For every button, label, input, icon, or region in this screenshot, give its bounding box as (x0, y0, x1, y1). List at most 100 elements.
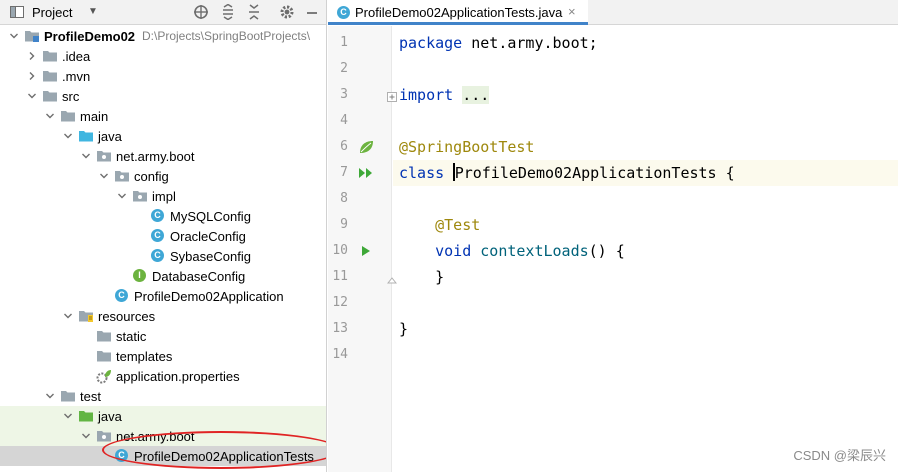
project-panel-header: Project ▼ (0, 0, 326, 25)
folder-icon (42, 88, 58, 104)
run-test-icon[interactable] (358, 243, 374, 262)
chevron-down-icon[interactable] (62, 130, 74, 142)
chevron-right-icon[interactable] (26, 50, 38, 62)
tree-item[interactable]: impl (0, 186, 326, 206)
class-icon: C (151, 229, 164, 242)
tree-item[interactable]: .mvn (0, 66, 326, 86)
code-area[interactable]: package net.army.boot; import ... @SpringB… (393, 26, 898, 472)
folded-imports[interactable]: ... (462, 86, 490, 104)
run-tests-icon[interactable] (358, 165, 374, 184)
spring-bean-icon[interactable] (358, 139, 374, 158)
tree-item[interactable]: src (0, 86, 326, 106)
line-number: 8 (340, 191, 348, 206)
tree-item-label: config (134, 169, 169, 184)
code-line[interactable]: } (399, 316, 408, 342)
code-line[interactable]: void contextLoads() { (399, 238, 625, 264)
tree-item[interactable]: C OracleConfig (0, 226, 326, 246)
code-line[interactable]: } (399, 264, 444, 290)
close-icon[interactable]: × (568, 4, 576, 19)
interface-icon: I (133, 269, 146, 282)
tree-item[interactable]: C ProfileDemo02ApplicationTests (0, 446, 326, 466)
tree-item[interactable]: config (0, 166, 326, 186)
locate-icon[interactable] (193, 4, 209, 20)
gutter-line: 13 (328, 316, 392, 342)
tab-label: ProfileDemo02ApplicationTests.java (355, 5, 563, 20)
editor-tab-bar: C ProfileDemo02ApplicationTests.java × (328, 0, 898, 25)
test-source-folder-icon (78, 408, 94, 424)
code-token: import (399, 86, 454, 104)
tree-item[interactable]: net.army.boot (0, 426, 326, 446)
watermark: CSDN @梁辰兴 (793, 448, 886, 463)
chevron-right-icon[interactable] (26, 70, 38, 82)
tree-item-label: static (116, 329, 147, 344)
project-path: D:\Projects\SpringBootProjects\ (142, 29, 311, 43)
gutter-line: 12 (328, 290, 392, 316)
chevron-down-icon[interactable] (62, 310, 74, 322)
class-icon: C (151, 249, 164, 262)
module-folder-icon (24, 28, 40, 44)
tree-item-label: net.army.boot (116, 429, 195, 444)
test-class-icon: C (337, 6, 350, 19)
tree-item[interactable]: I DatabaseConfig (0, 266, 326, 286)
tree-item[interactable]: test (0, 386, 326, 406)
line-number: 9 (340, 217, 348, 232)
chevron-down-icon[interactable] (80, 430, 92, 442)
tree-item[interactable]: java (0, 126, 326, 146)
tree-item-label: .mvn (62, 69, 91, 84)
package-icon (96, 148, 112, 164)
code-line[interactable]: package net.army.boot; (399, 30, 598, 56)
project-panel-title[interactable]: Project (32, 5, 72, 20)
tree-item[interactable]: templates (0, 346, 326, 366)
project-view-icon (10, 6, 24, 18)
line-number: 10 (332, 243, 348, 258)
line-number: 14 (332, 347, 348, 362)
project-panel: Project ▼ ProfileDemo02 D:\Projects\Sprin… (0, 0, 327, 472)
chevron-down-icon[interactable] (8, 30, 20, 42)
tree-item[interactable]: resources (0, 306, 326, 326)
tree-item-label: OracleConfig (170, 229, 246, 244)
code-line[interactable]: @SpringBootTest (399, 134, 534, 160)
collapse-all-icon[interactable] (246, 4, 262, 20)
chevron-down-icon[interactable] (98, 170, 110, 182)
code-token: net.army.boot; (462, 34, 598, 52)
tree-item[interactable]: C SybaseConfig (0, 246, 326, 266)
gutter-line: 2 (328, 56, 392, 82)
minimize-icon[interactable] (304, 4, 320, 20)
tree-item-label: .idea (62, 49, 91, 64)
line-number: 1 (340, 35, 348, 50)
expand-all-icon[interactable] (220, 4, 236, 20)
chevron-down-icon[interactable] (44, 110, 56, 122)
code-token: } (399, 320, 409, 338)
gear-icon[interactable] (279, 4, 295, 20)
tree-item[interactable]: java (0, 406, 326, 426)
spring-properties-icon (96, 368, 112, 384)
chevron-down-icon[interactable] (26, 90, 38, 102)
code-line[interactable]: import ... (399, 82, 490, 108)
tree-item[interactable]: .idea (0, 46, 326, 66)
tree-item-label: ProfileDemo02Application (134, 289, 284, 304)
tab-profile-demo02-application-tests[interactable]: C ProfileDemo02ApplicationTests.java × (328, 0, 588, 25)
tree-item[interactable]: static (0, 326, 326, 346)
code-line[interactable]: class ProfileDemo02ApplicationTests { (393, 160, 898, 186)
tree-item-label: templates (116, 349, 173, 364)
code-line[interactable]: @Test (399, 212, 480, 238)
chevron-down-icon[interactable] (80, 150, 92, 162)
tree-item[interactable]: ProfileDemo02 D:\Projects\SpringBootProje… (0, 26, 326, 46)
chevron-down-icon[interactable] (62, 410, 74, 422)
line-number: 6 (340, 139, 348, 154)
tree-item[interactable]: C MySQLConfig (0, 206, 326, 226)
code-token: void (435, 242, 472, 260)
chevron-down-icon[interactable]: ▼ (88, 6, 98, 17)
chevron-down-icon[interactable] (116, 190, 128, 202)
chevron-down-icon[interactable] (44, 390, 56, 402)
folder-icon (96, 328, 112, 344)
line-number: 11 (332, 269, 348, 284)
gutter-line: 7 (328, 160, 392, 186)
gutter-line: 9 (328, 212, 392, 238)
tree-item[interactable]: net.army.boot (0, 146, 326, 166)
tree-item[interactable]: application.properties (0, 366, 326, 386)
tree-item[interactable]: main (0, 106, 326, 126)
tree-item[interactable]: C ProfileDemo02Application (0, 286, 326, 306)
